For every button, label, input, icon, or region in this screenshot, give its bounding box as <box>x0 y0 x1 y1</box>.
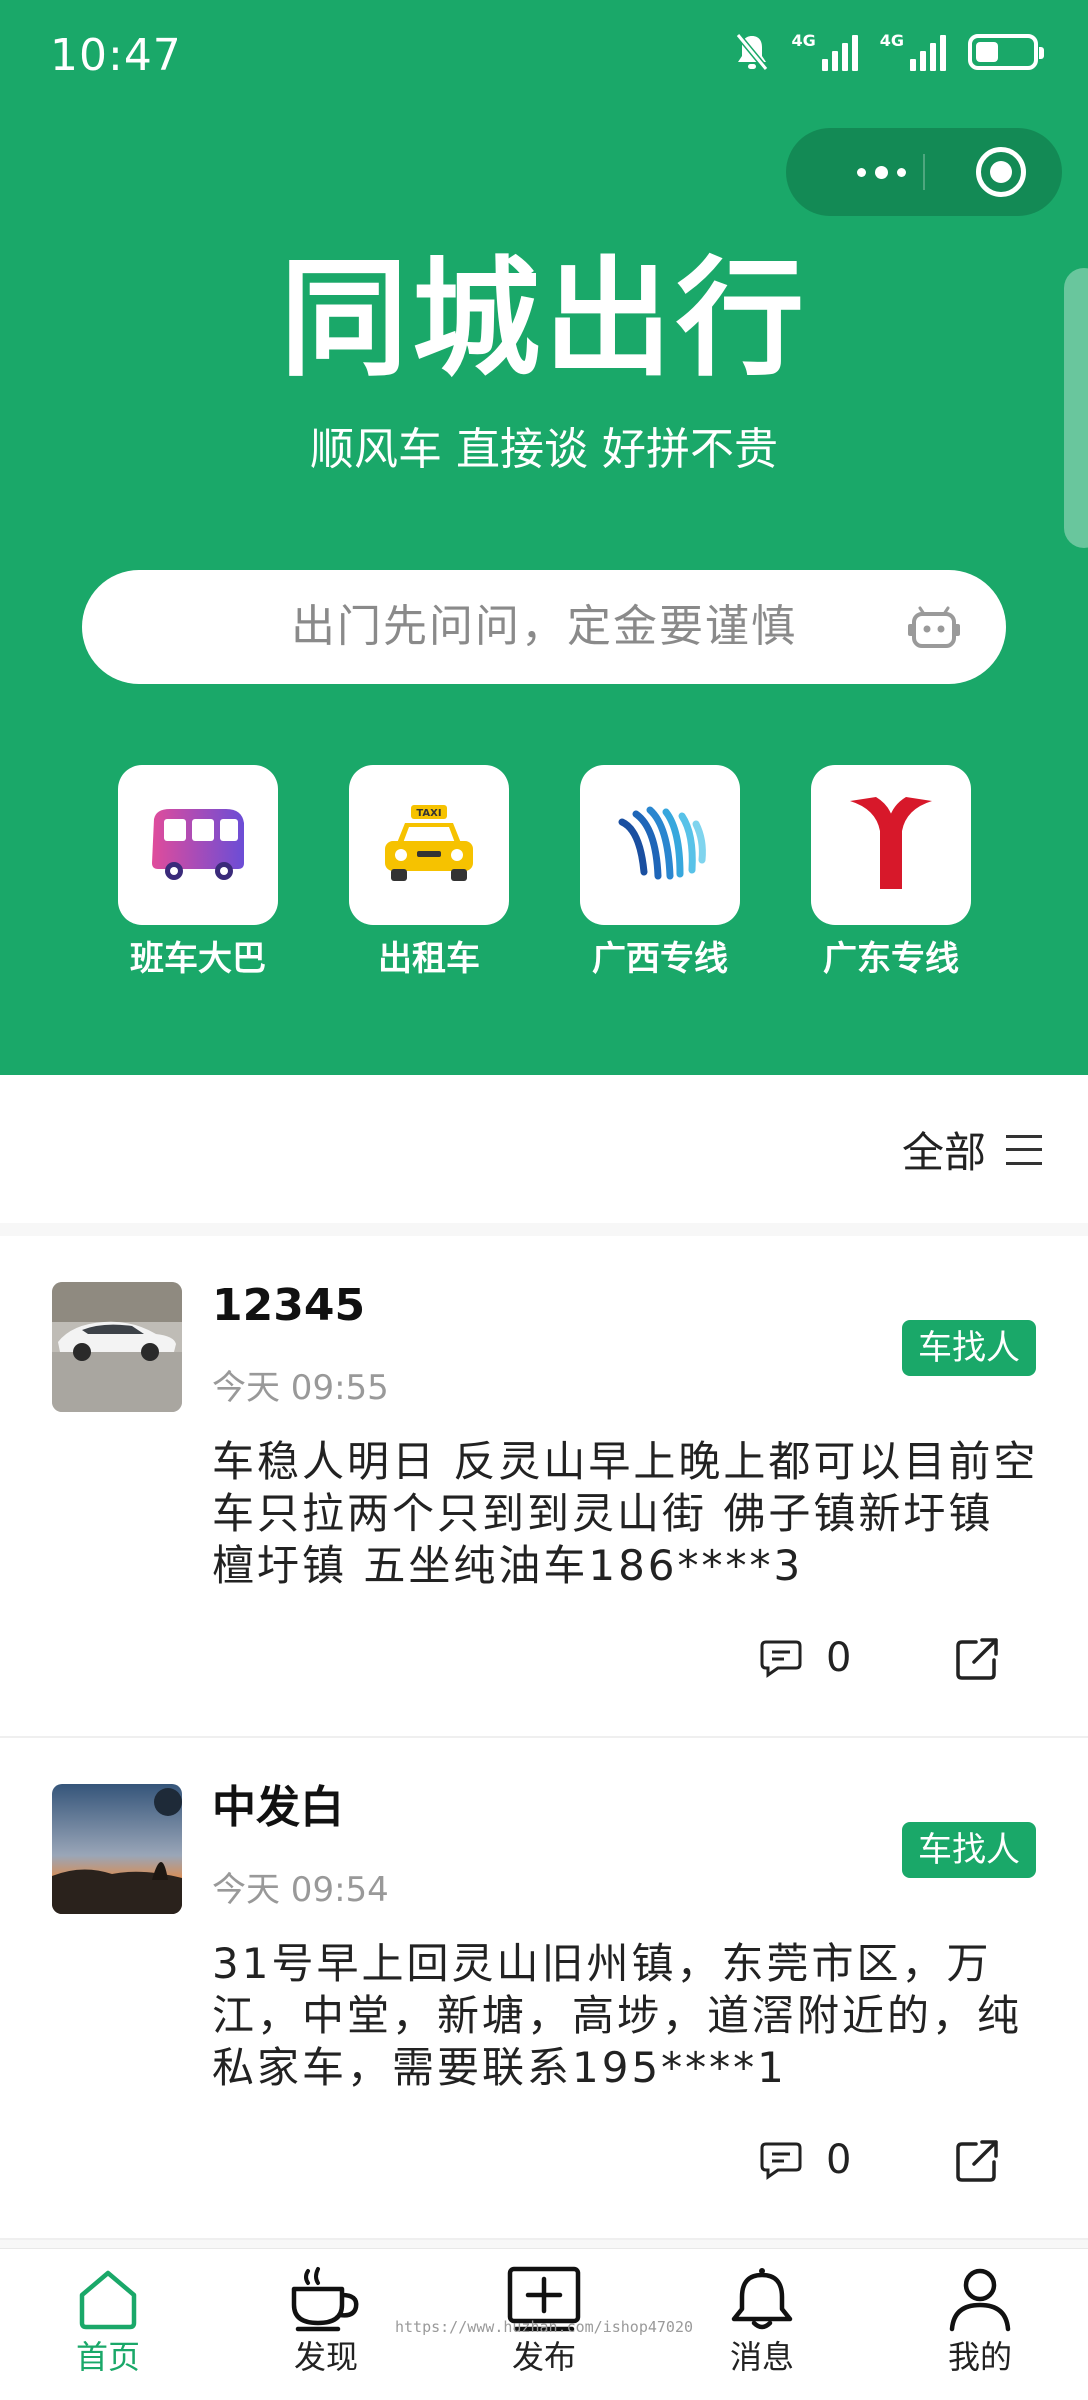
user-icon <box>949 2268 1011 2332</box>
watermark: https://www.huzhan.com/ishop47020 <box>395 2318 694 2336</box>
close-miniapp-icon[interactable] <box>976 147 1026 197</box>
network-type-2: 4G <box>879 31 904 50</box>
category-guangxi-label: 广西专线 <box>592 939 728 979</box>
tab-profile[interactable]: 我的 <box>910 2265 1050 2377</box>
category-taxi[interactable]: TAXI 出租车 <box>349 765 509 981</box>
hero-header: 10:47 4G 4G 同城出行 顺风车 直接谈 好拼不贵 出门先问问，定金要谨… <box>0 0 1088 1075</box>
tab-messages-label: 消息 <box>729 2338 794 2376</box>
search-input[interactable]: 出门先问问，定金要谨慎 <box>82 570 1006 684</box>
category-guangdong[interactable]: 广东专线 <box>811 765 971 981</box>
guangdong-line-icon <box>850 797 932 889</box>
category-row: 班车大巴 TAXI 出租车 广西专线 广东专线 <box>0 765 1088 985</box>
bus-icon <box>152 809 244 880</box>
signal-1-icon: 4G <box>791 31 858 71</box>
post-content: 31号早上回灵山旧州镇，东莞市区，万江，中堂，新塘，高埗，道滘附近的，纯私家车，… <box>212 1939 1023 2092</box>
avatar[interactable] <box>52 1784 182 1914</box>
more-menu-icon[interactable] <box>826 128 936 216</box>
status-icons: 4G 4G <box>735 31 1044 72</box>
post-content: 车稳人明日 反灵山早上晚上都可以目前空车只拉两个只到到灵山街 佛子镇新圩镇 檀圩… <box>212 1437 1039 1590</box>
battery-icon <box>968 34 1044 70</box>
filter-bar: 全部 <box>0 1075 1088 1223</box>
tab-home-label: 首页 <box>75 2338 140 2376</box>
taxi-icon: TAXI <box>385 805 473 881</box>
comment-count: 0 <box>826 2137 852 2183</box>
share-icon[interactable] <box>954 1636 1000 1682</box>
capsule-divider <box>923 154 925 190</box>
category-bus-tile <box>118 765 278 925</box>
bell-off-icon <box>736 33 769 71</box>
category-taxi-label: 出租车 <box>378 939 480 979</box>
comment-count: 0 <box>826 1635 852 1681</box>
post-list: 12345 今天 09:55 车找人 车稳人明日 反灵山早上晚上都可以目前空车只… <box>0 1236 1088 2240</box>
car-photo-image <box>52 1282 182 1412</box>
avatar[interactable] <box>52 1282 182 1412</box>
search-placeholder: 出门先问问，定金要谨慎 <box>291 601 797 652</box>
guangxi-line-icon <box>618 806 706 880</box>
list-item[interactable]: 中发白 今天 09:54 车找人 31号早上回灵山旧州镇，东莞市区，万江，中堂，… <box>0 1738 1088 2240</box>
home-icon <box>79 2270 137 2330</box>
post-actions: 0 <box>760 2134 1050 2186</box>
coffee-cup-icon <box>291 2267 359 2332</box>
status-time: 10:47 <box>50 30 182 81</box>
post-actions: 0 <box>760 1632 1050 1684</box>
tab-messages[interactable]: 消息 <box>692 2265 832 2377</box>
category-guangdong-tile <box>811 765 971 925</box>
bell-icon <box>731 2268 793 2330</box>
tab-home[interactable]: 首页 <box>38 2265 178 2377</box>
post-username: 12345 <box>212 1280 366 1331</box>
tab-discover[interactable]: 发现 <box>256 2265 396 2377</box>
status-bar: 10:47 4G 4G <box>0 0 1088 110</box>
category-bus-label: 班车大巴 <box>130 939 266 979</box>
post-time: 今天 09:54 <box>212 1870 389 1910</box>
category-guangxi[interactable]: 广西专线 <box>580 765 740 981</box>
taxi-sign-text: TAXI <box>416 808 441 819</box>
comment-icon[interactable] <box>760 1638 802 1678</box>
page-subtitle: 顺风车 直接谈 好拼不贵 <box>310 424 778 475</box>
category-taxi-tile: TAXI <box>349 765 509 925</box>
category-guangdong-label: 广东专线 <box>823 939 959 979</box>
miniapp-capsule <box>786 128 1062 216</box>
comment-icon[interactable] <box>760 2140 802 2180</box>
network-type-1: 4G <box>791 31 816 50</box>
tab-profile-label: 我的 <box>947 2338 1012 2376</box>
tab-discover-label: 发现 <box>293 2338 358 2376</box>
robot-icon[interactable] <box>906 606 962 650</box>
category-bus[interactable]: 班车大巴 <box>118 765 278 981</box>
post-username: 中发白 <box>212 1782 344 1833</box>
signal-2-icon: 4G <box>880 33 946 71</box>
status-badge: 车找人 <box>902 1320 1036 1376</box>
share-icon[interactable] <box>954 2138 1000 2184</box>
filter-dropdown[interactable]: 全部 <box>902 1119 1042 1180</box>
sunset-photo-image <box>52 1784 182 1914</box>
post-time: 今天 09:55 <box>212 1368 389 1408</box>
page-title: 同城出行 <box>279 245 808 394</box>
list-item[interactable]: 12345 今天 09:55 车找人 车稳人明日 反灵山早上晚上都可以目前空车只… <box>0 1236 1088 1738</box>
status-badge: 车找人 <box>902 1822 1036 1878</box>
menu-lines-icon <box>1006 1134 1042 1165</box>
tab-publish-label: 发布 <box>511 2338 576 2376</box>
filter-label: 全部 <box>901 1128 986 1177</box>
category-guangxi-tile <box>580 765 740 925</box>
